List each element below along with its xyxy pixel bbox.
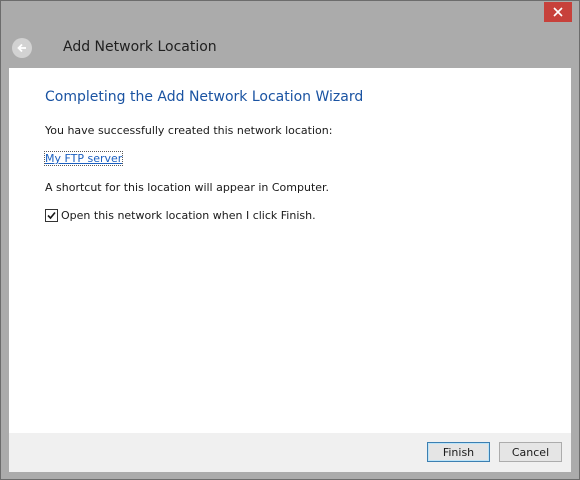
cancel-button[interactable]: Cancel — [499, 442, 562, 462]
wizard-window: Add Network Location Completing the Add … — [0, 0, 580, 480]
open-location-option[interactable]: Open this network location when I click … — [45, 209, 316, 222]
open-location-checkbox[interactable] — [45, 209, 58, 222]
wizard-title: Add Network Location — [63, 39, 217, 55]
back-arrow-icon — [17, 43, 26, 53]
wizard-header: Add Network Location — [1, 30, 579, 68]
finish-button[interactable]: Finish — [427, 442, 490, 462]
close-icon — [553, 7, 563, 17]
close-button[interactable] — [544, 2, 572, 22]
back-button[interactable] — [12, 38, 32, 58]
open-location-label: Open this network location when I click … — [61, 209, 316, 222]
shortcut-message: A shortcut for this location will appear… — [45, 181, 330, 194]
page-heading: Completing the Add Network Location Wiza… — [45, 89, 364, 105]
title-bar — [1, 1, 579, 30]
location-link[interactable]: My FTP server — [43, 151, 124, 166]
wizard-content: Completing the Add Network Location Wiza… — [9, 68, 571, 433]
success-message: You have successfully created this netwo… — [45, 124, 333, 137]
checkmark-icon — [47, 211, 56, 220]
wizard-footer: Finish Cancel — [9, 433, 571, 472]
